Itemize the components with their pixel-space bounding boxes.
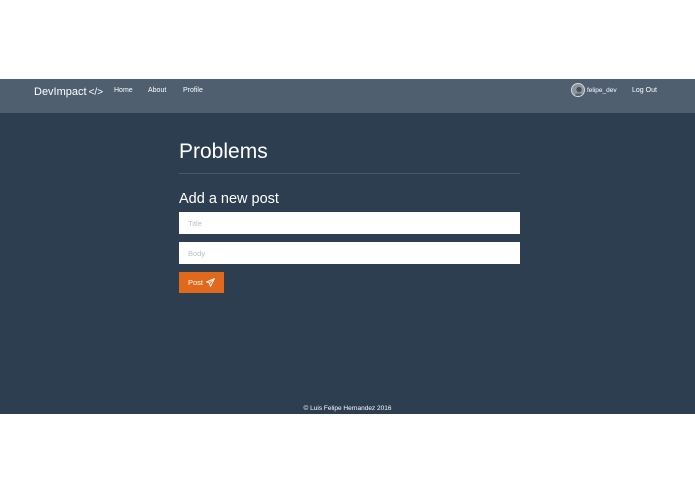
post-button[interactable]: Post bbox=[179, 272, 224, 293]
footer-copyright: © Luis Felipe Hernandez 2016 bbox=[303, 405, 392, 412]
user-profile-link[interactable]: felipe_dev bbox=[571, 83, 617, 97]
body-input[interactable] bbox=[179, 242, 520, 264]
code-icon: </> bbox=[88, 87, 104, 98]
avatar bbox=[571, 83, 585, 97]
nav-profile-link[interactable]: Profile bbox=[183, 84, 203, 98]
user-avatar-icon bbox=[572, 84, 584, 96]
app-container: DevImpact </> Home About Profile felipe_d… bbox=[0, 79, 695, 414]
page-title: Problems bbox=[179, 140, 268, 163]
navbar: DevImpact </> Home About Profile felipe_d… bbox=[0, 79, 695, 113]
paper-plane-icon bbox=[206, 278, 215, 287]
username: felipe_dev bbox=[587, 86, 617, 94]
nav-about-link[interactable]: About bbox=[148, 84, 166, 98]
brand-name: DevImpact bbox=[34, 86, 87, 98]
add-post-heading: Add a new post bbox=[179, 191, 279, 207]
title-divider bbox=[179, 173, 520, 174]
title-input[interactable] bbox=[179, 212, 520, 234]
post-button-label: Post bbox=[187, 278, 203, 287]
brand-link[interactable]: DevImpact </> bbox=[34, 83, 103, 102]
nav-home-link[interactable]: Home bbox=[114, 84, 133, 98]
logout-link[interactable]: Log Out bbox=[632, 84, 657, 98]
